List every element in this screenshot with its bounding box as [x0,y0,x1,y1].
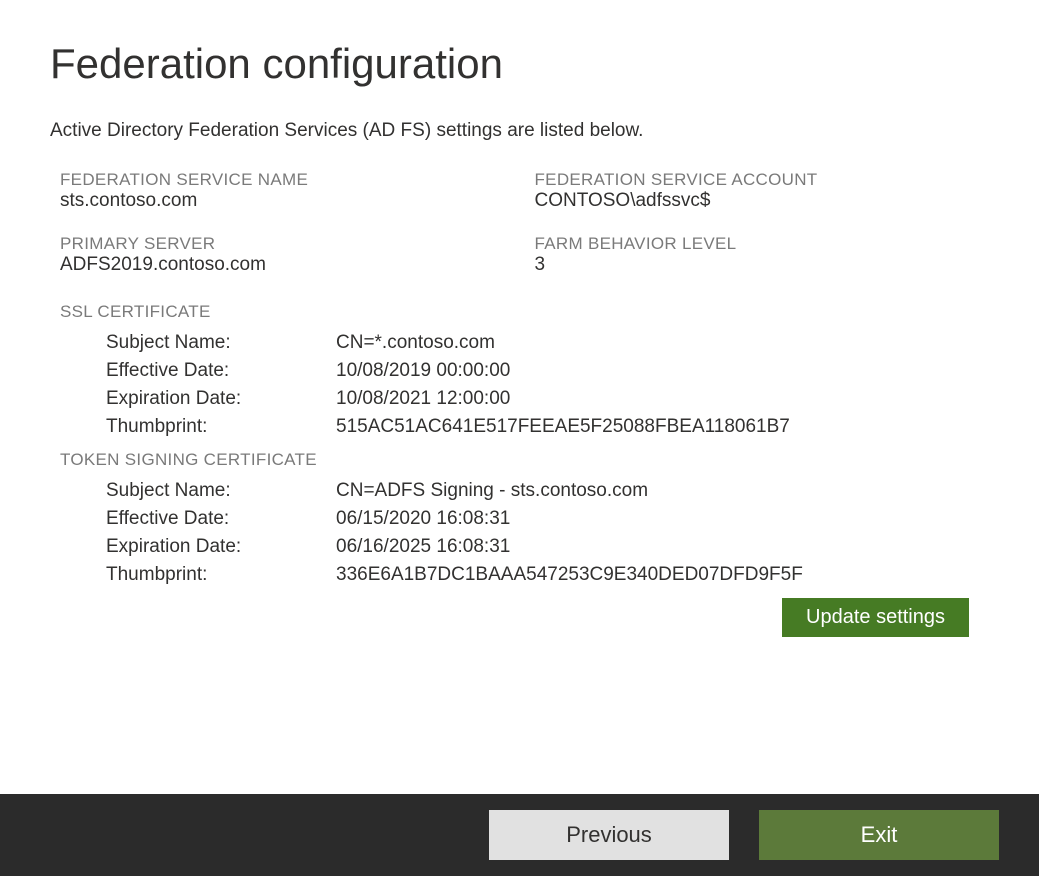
farm-behavior-level-value: 3 [535,254,990,276]
ssl-subject-name-label: Subject Name: [106,332,336,354]
token-subject-name-label: Subject Name: [106,480,336,502]
token-expiration-date-label: Expiration Date: [106,536,336,558]
ssl-expiration-date-label: Expiration Date: [106,388,336,410]
previous-button[interactable]: Previous [489,810,729,860]
ssl-effective-date-label: Effective Date: [106,360,336,382]
token-thumbprint-label: Thumbprint: [106,564,336,586]
summary-grid: FEDERATION SERVICE NAME sts.contoso.com … [50,170,989,292]
main-content: Federation configuration Active Director… [0,0,1039,794]
token-subject-name-value: CN=ADFS Signing - sts.contoso.com [336,480,648,502]
token-thumbprint-value: 336E6A1B7DC1BAAA547253C9E340DED07DFD9F5F [336,564,803,586]
token-effective-date-label: Effective Date: [106,508,336,530]
token-signing-certificate-header: TOKEN SIGNING CERTIFICATE [50,450,989,470]
federation-service-account-label: FEDERATION SERVICE ACCOUNT [535,170,990,190]
ssl-subject-name-value: CN=*.contoso.com [336,332,495,354]
primary-server-label: PRIMARY SERVER [60,234,515,254]
federation-service-name-label: FEDERATION SERVICE NAME [60,170,515,190]
page-title: Federation configuration [50,40,989,88]
token-expiration-date-value: 06/16/2025 16:08:31 [336,536,510,558]
token-effective-date-value: 06/15/2020 16:08:31 [336,508,510,530]
update-settings-button[interactable]: Update settings [782,598,969,637]
exit-button[interactable]: Exit [759,810,999,860]
page-subtitle: Active Directory Federation Services (AD… [50,120,989,142]
wizard-footer: Previous Exit [0,794,1039,876]
token-signing-certificate-table: Subject Name: CN=ADFS Signing - sts.cont… [50,480,989,586]
federation-service-name-value: sts.contoso.com [60,190,515,212]
update-settings-row: Update settings [50,598,989,637]
federation-service-account-value: CONTOSO\adfssvc$ [535,190,990,212]
ssl-effective-date-value: 10/08/2019 00:00:00 [336,360,510,382]
primary-server-value: ADFS2019.contoso.com [60,254,515,276]
ssl-certificate-header: SSL CERTIFICATE [50,302,989,322]
ssl-expiration-date-value: 10/08/2021 12:00:00 [336,388,510,410]
ssl-thumbprint-label: Thumbprint: [106,416,336,438]
ssl-certificate-table: Subject Name: CN=*.contoso.com Effective… [50,332,989,438]
ssl-thumbprint-value: 515AC51AC641E517FEEAE5F25088FBEA118061B7 [336,416,790,438]
farm-behavior-level-label: FARM BEHAVIOR LEVEL [535,234,990,254]
